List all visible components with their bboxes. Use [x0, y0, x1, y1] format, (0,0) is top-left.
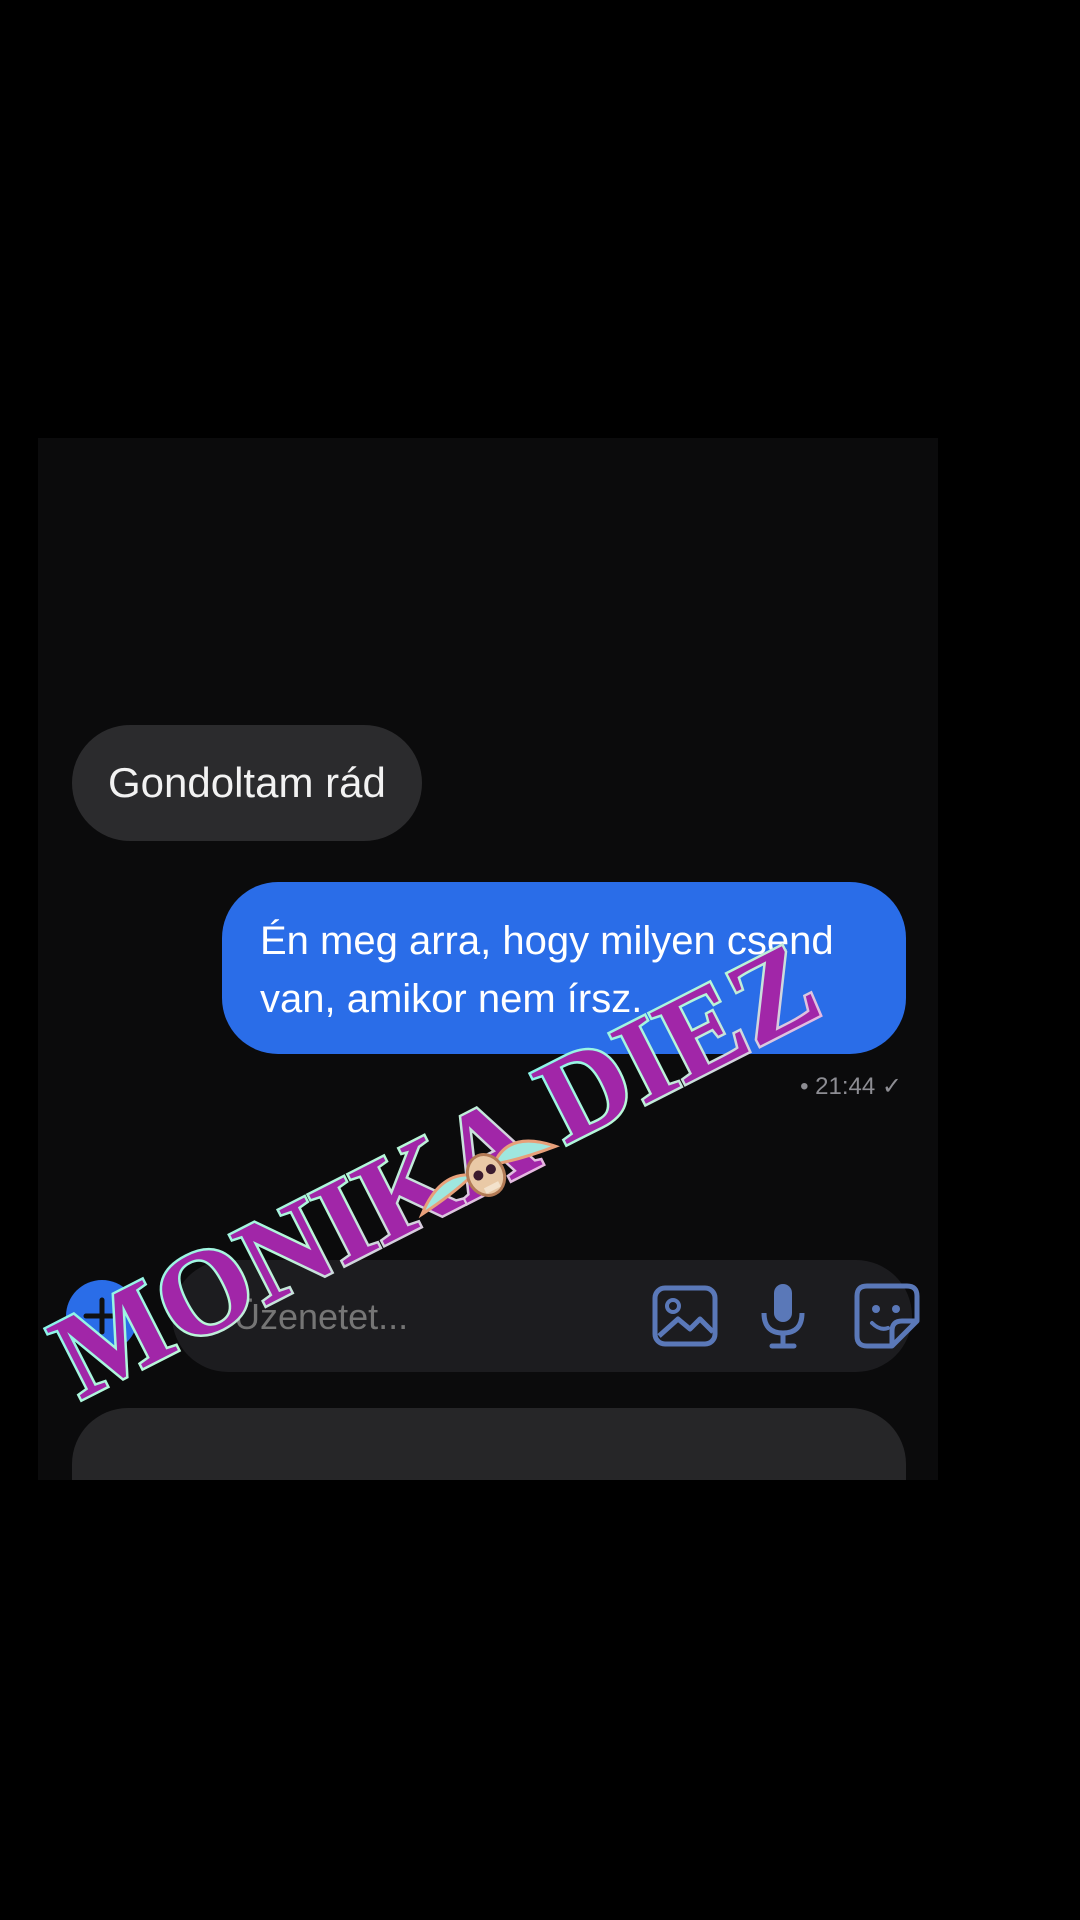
- sticker-icon: [854, 1283, 920, 1349]
- incoming-message-text: Gondoltam rád: [108, 759, 386, 806]
- plus-icon: [83, 1297, 121, 1335]
- chat-screen: Gondoltam rád Én meg arra, hogy milyen c…: [38, 438, 938, 1480]
- outgoing-message-bubble[interactable]: Én meg arra, hogy milyen csend van, amik…: [222, 882, 906, 1054]
- status-separator: •: [800, 1073, 809, 1100]
- read-check-icon: ✓: [881, 1073, 902, 1100]
- voice-button[interactable]: [748, 1281, 818, 1351]
- sticker-button[interactable]: [852, 1281, 922, 1351]
- message-input[interactable]: [232, 1260, 576, 1374]
- image-icon: [652, 1285, 718, 1347]
- message-status: • 21:44 ✓: [800, 1072, 902, 1101]
- bottom-panel: [72, 1408, 906, 1480]
- outgoing-message-text: Én meg arra, hogy milyen csend van, amik…: [260, 919, 834, 1021]
- gallery-button[interactable]: [650, 1281, 720, 1351]
- add-button[interactable]: [66, 1280, 138, 1352]
- message-composer: [172, 1260, 920, 1374]
- status-time: 21:44: [815, 1073, 876, 1100]
- incoming-message-bubble[interactable]: Gondoltam rád: [72, 725, 422, 841]
- microphone-icon: [761, 1284, 805, 1349]
